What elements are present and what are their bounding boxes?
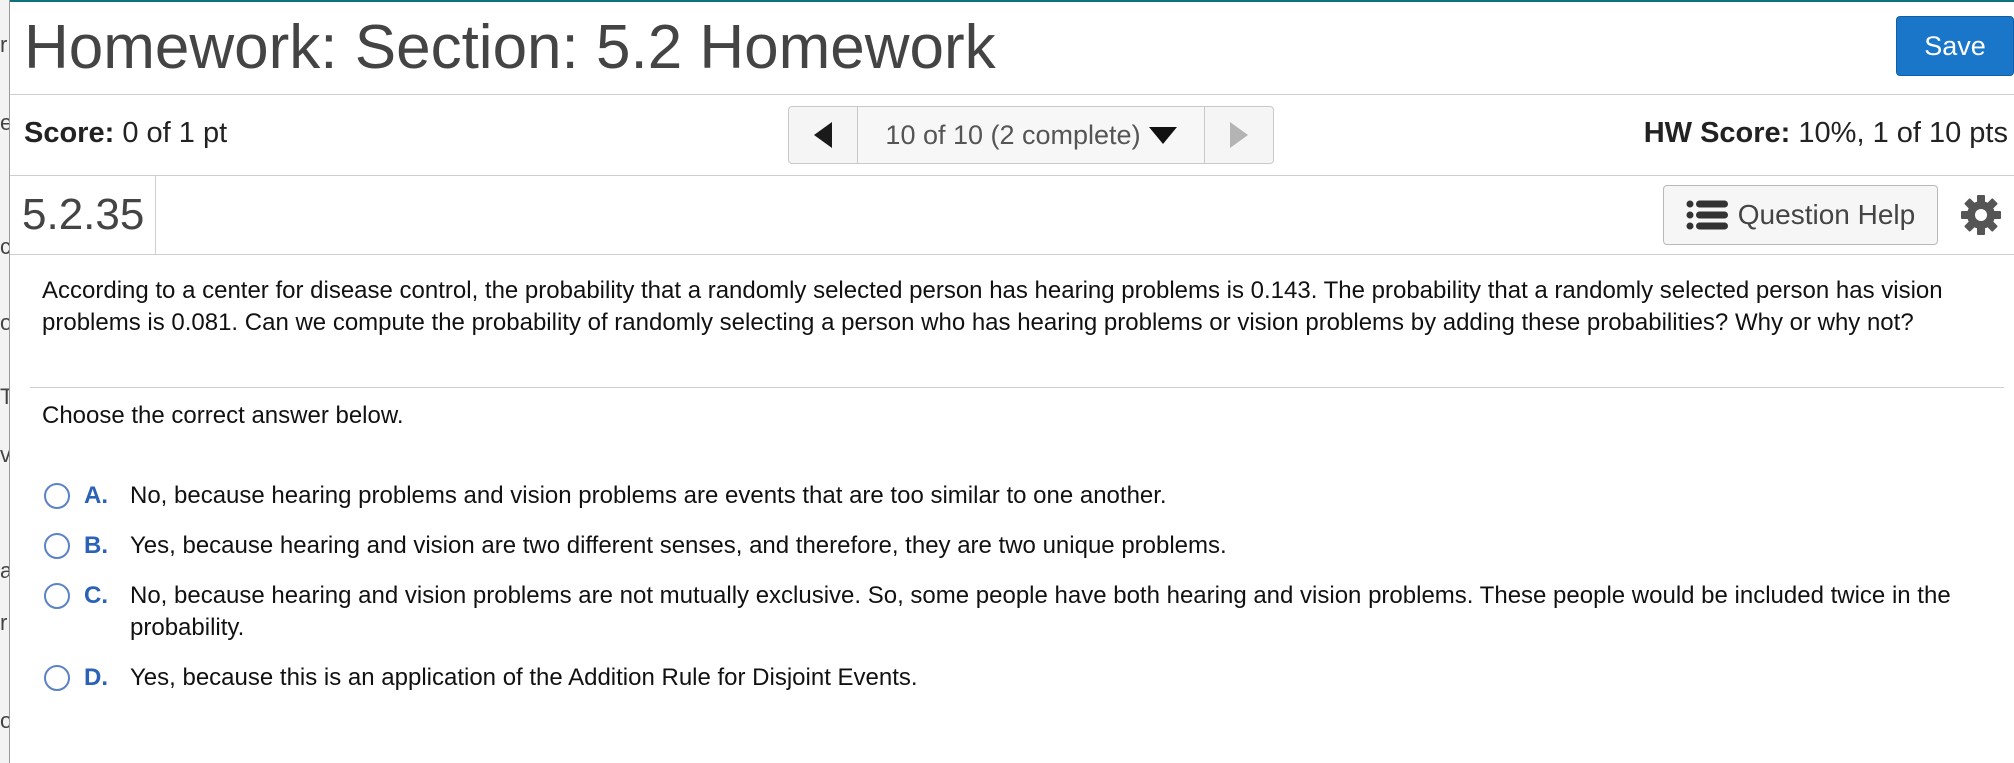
next-question-button[interactable] [1204, 107, 1273, 163]
score-label: Score: [24, 117, 115, 149]
radio-button[interactable] [44, 665, 70, 691]
hw-score-value: 10%, 1 of 10 pts [1798, 117, 2008, 149]
triangle-left-icon [814, 122, 832, 148]
question-help-button[interactable]: Question Help [1663, 185, 1938, 245]
question-number: 5.2.35 [10, 176, 156, 254]
header: Homework: Section: 5.2 Homework Save [10, 2, 2014, 95]
question-position: 10 of 10 (2 complete) [885, 119, 1141, 150]
gear-icon[interactable] [1960, 194, 2002, 236]
previous-question-button[interactable] [789, 107, 858, 163]
caret-down-icon [1148, 126, 1177, 144]
page-title: Homework: Section: 5.2 Homework [24, 13, 996, 82]
instruction-text: Choose the correct answer below. [42, 402, 404, 429]
question-text: According to a center for disease contro… [42, 277, 1943, 336]
hw-score: HW Score: 10%, 1 of 10 pts [1644, 117, 2008, 150]
question-navigator: 10 of 10 (2 complete) [788, 106, 1274, 164]
option-letter: A. [84, 482, 108, 509]
option-letter: D. [84, 664, 108, 691]
option-letter: C. [84, 582, 108, 609]
option-text: No, because hearing problems and vision … [130, 482, 1167, 509]
radio-button[interactable] [44, 533, 70, 559]
score: Score: 0 of 1 pt [24, 117, 227, 150]
save-button[interactable]: Save [1896, 16, 2014, 76]
question-help-label: Question Help [1737, 199, 1916, 230]
option-text: No, because hearing and vision problems … [130, 582, 1951, 641]
background-window-strip: rec oTv aro [0, 0, 10, 763]
question-bar: 5.2.35 Question Help [10, 176, 2014, 255]
divider [30, 387, 2004, 388]
question-selector-dropdown[interactable]: 10 of 10 (2 complete) [858, 107, 1204, 163]
radio-button[interactable] [44, 483, 70, 509]
option-letter: B. [84, 532, 108, 559]
option-text: Yes, because this is an application of t… [130, 664, 918, 691]
score-value: 0 of 1 pt [122, 117, 228, 149]
list-icon [1686, 200, 1728, 230]
triangle-right-icon [1230, 122, 1248, 148]
option-text: Yes, because hearing and vision are two … [130, 532, 1227, 559]
radio-button[interactable] [44, 583, 70, 609]
hw-score-label: HW Score: [1643, 117, 1791, 149]
score-bar: Score: 0 of 1 pt 10 of 10 (2 complete) H… [10, 95, 2014, 176]
